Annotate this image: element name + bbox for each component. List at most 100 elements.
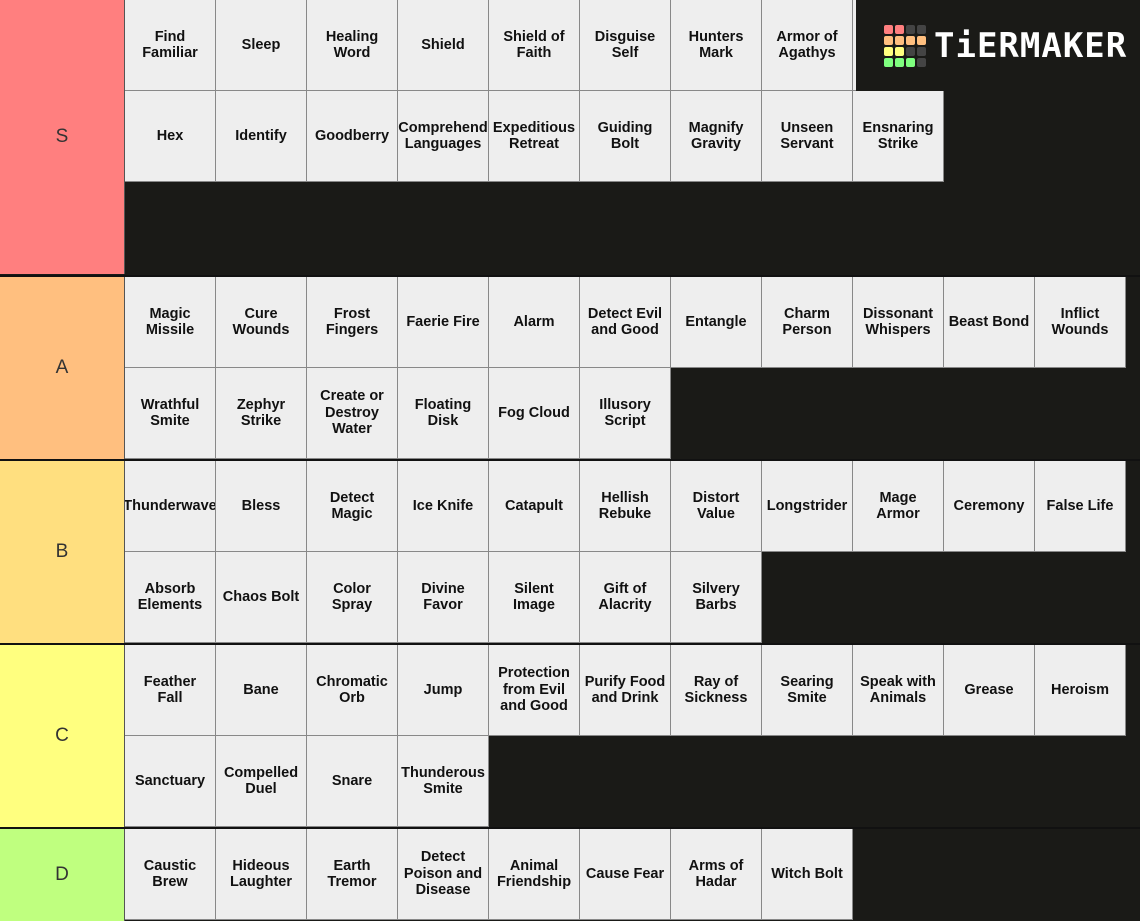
- tier-item-label: Protection from Evil and Good: [498, 665, 570, 715]
- tier-item[interactable]: Dissonant Whispers: [853, 277, 944, 368]
- tier-item-label: Unseen Servant: [780, 119, 834, 153]
- tier-item[interactable]: Catapult: [489, 461, 580, 552]
- tier-item[interactable]: Wrathful Smite: [125, 368, 216, 459]
- tier-item[interactable]: Grease: [944, 645, 1035, 736]
- tier-item[interactable]: Entangle: [671, 277, 762, 368]
- tier-item[interactable]: Hunters Mark: [671, 0, 762, 91]
- tier-label[interactable]: D: [0, 829, 125, 921]
- tier-item[interactable]: Animal Friendship: [489, 829, 580, 920]
- tier-item[interactable]: Alarm: [489, 277, 580, 368]
- tier-item[interactable]: Ice Knife: [398, 461, 489, 552]
- tier-item[interactable]: Color Spray: [307, 552, 398, 643]
- tier-item-label: Compelled Duel: [223, 764, 299, 798]
- tier-item-label: Gift of Alacrity: [598, 580, 652, 614]
- tier-item[interactable]: Jump: [398, 645, 489, 736]
- tier-item[interactable]: Shield of Faith: [489, 0, 580, 91]
- tier-item[interactable]: Guiding Bolt: [580, 91, 671, 182]
- tier-item-label: Silvery Barbs: [692, 580, 740, 614]
- tier-item[interactable]: Ceremony: [944, 461, 1035, 552]
- logo-square: [917, 35, 926, 45]
- tier-label[interactable]: S: [0, 0, 125, 274]
- tier-label[interactable]: C: [0, 645, 125, 827]
- tier-item[interactable]: Bane: [216, 645, 307, 736]
- tier-item[interactable]: Sleep: [216, 0, 307, 91]
- tier-item[interactable]: Magnify Gravity: [671, 91, 762, 182]
- tier-item[interactable]: Create or Destroy Water: [307, 368, 398, 459]
- tier-item[interactable]: Silent Image: [489, 552, 580, 643]
- tier-item[interactable]: Unseen Servant: [762, 91, 853, 182]
- tier-item[interactable]: Charm Person: [762, 277, 853, 368]
- tier-item[interactable]: Cure Wounds: [216, 277, 307, 368]
- tier-item[interactable]: Detect Poison and Disease: [398, 829, 489, 920]
- tier-item[interactable]: Absorb Elements: [125, 552, 216, 643]
- tier-item[interactable]: Identify: [216, 91, 307, 182]
- tier-item[interactable]: Distort Value: [671, 461, 762, 552]
- tier-item[interactable]: Snare: [307, 736, 398, 827]
- tier-item[interactable]: Floating Disk: [398, 368, 489, 459]
- tier-item[interactable]: Healing Word: [307, 0, 398, 91]
- tier-item-label: Armor of Agathys: [776, 28, 838, 62]
- tier-item[interactable]: Speak with Animals: [853, 645, 944, 736]
- tier-item[interactable]: Searing Smite: [762, 645, 853, 736]
- tier-item[interactable]: Protection from Evil and Good: [489, 645, 580, 736]
- tier-item-label: Animal Friendship: [496, 857, 572, 891]
- tier-label[interactable]: B: [0, 461, 125, 643]
- tier-item-label: Magnify Gravity: [688, 119, 744, 153]
- tier-item[interactable]: Ensnaring Strike: [853, 91, 944, 182]
- tier-item[interactable]: Find Familiar: [125, 0, 216, 91]
- tier-item[interactable]: Detect Magic: [307, 461, 398, 552]
- tier-item[interactable]: Beast Bond: [944, 277, 1035, 368]
- tier-item[interactable]: Armor of Agathys: [762, 0, 853, 91]
- tier-item[interactable]: Purify Food and Drink: [580, 645, 671, 736]
- tier-item[interactable]: Chromatic Orb: [307, 645, 398, 736]
- tier-item[interactable]: Faerie Fire: [398, 277, 489, 368]
- tier-item-label: Jump: [423, 681, 463, 698]
- tier-item[interactable]: Chaos Bolt: [216, 552, 307, 643]
- tier-item[interactable]: Goodberry: [307, 91, 398, 182]
- logo-grid-icon: [884, 24, 926, 67]
- tier-item[interactable]: False Life: [1035, 461, 1126, 552]
- tier-item-label: Guiding Bolt: [597, 119, 653, 153]
- tier-item-label: Chromatic Orb: [316, 673, 388, 707]
- logo-square: [895, 35, 904, 45]
- tier-item[interactable]: Fog Cloud: [489, 368, 580, 459]
- tier-item[interactable]: Ray of Sickness: [671, 645, 762, 736]
- tier-item[interactable]: Hideous Laughter: [216, 829, 307, 920]
- tier-item[interactable]: Disguise Self: [580, 0, 671, 91]
- tier-item-label: Illusory Script: [599, 396, 651, 430]
- tier-item[interactable]: Inflict Wounds: [1035, 277, 1126, 368]
- tier-label[interactable]: A: [0, 277, 125, 459]
- tier-item[interactable]: Frost Fingers: [307, 277, 398, 368]
- tier-item-label: Floating Disk: [414, 396, 472, 430]
- tier-item[interactable]: Magic Missile: [125, 277, 216, 368]
- tier-item[interactable]: Caustic Brew: [125, 829, 216, 920]
- tier-item[interactable]: Feather Fall: [125, 645, 216, 736]
- tier-item[interactable]: Thunderwave: [125, 461, 216, 552]
- tier-item[interactable]: Gift of Alacrity: [580, 552, 671, 643]
- tier-item[interactable]: Sanctuary: [125, 736, 216, 827]
- tier-item[interactable]: Thunderous Smite: [398, 736, 489, 827]
- tier-item[interactable]: Divine Favor: [398, 552, 489, 643]
- tier-item[interactable]: Earth Tremor: [307, 829, 398, 920]
- tier-item[interactable]: Bless: [216, 461, 307, 552]
- tier-item[interactable]: Silvery Barbs: [671, 552, 762, 643]
- tier-item[interactable]: Illusory Script: [580, 368, 671, 459]
- tier-item[interactable]: Hellish Rebuke: [580, 461, 671, 552]
- tier-item[interactable]: Arms of Hadar: [671, 829, 762, 920]
- tier-item[interactable]: Cause Fear: [580, 829, 671, 920]
- tier-item[interactable]: Witch Bolt: [762, 829, 853, 920]
- tier-item[interactable]: Zephyr Strike: [216, 368, 307, 459]
- tier-item[interactable]: Shield: [398, 0, 489, 91]
- tier-item[interactable]: Heroism: [1035, 645, 1126, 736]
- tier-item[interactable]: Longstrider: [762, 461, 853, 552]
- tier-item-label: Mage Armor: [876, 489, 920, 523]
- tier-item[interactable]: Detect Evil and Good: [580, 277, 671, 368]
- tier-item-label: Catapult: [505, 497, 563, 514]
- tier-item[interactable]: Comprehend Languages: [398, 91, 489, 182]
- tier-item[interactable]: Mage Armor: [853, 461, 944, 552]
- tier-item-label: Detect Poison and Disease: [403, 849, 483, 899]
- tier-item[interactable]: Expeditious Retreat: [489, 91, 580, 182]
- tier-item[interactable]: Hex: [125, 91, 216, 182]
- tier-item-label: Feather Fall: [143, 673, 197, 707]
- tier-item[interactable]: Compelled Duel: [216, 736, 307, 827]
